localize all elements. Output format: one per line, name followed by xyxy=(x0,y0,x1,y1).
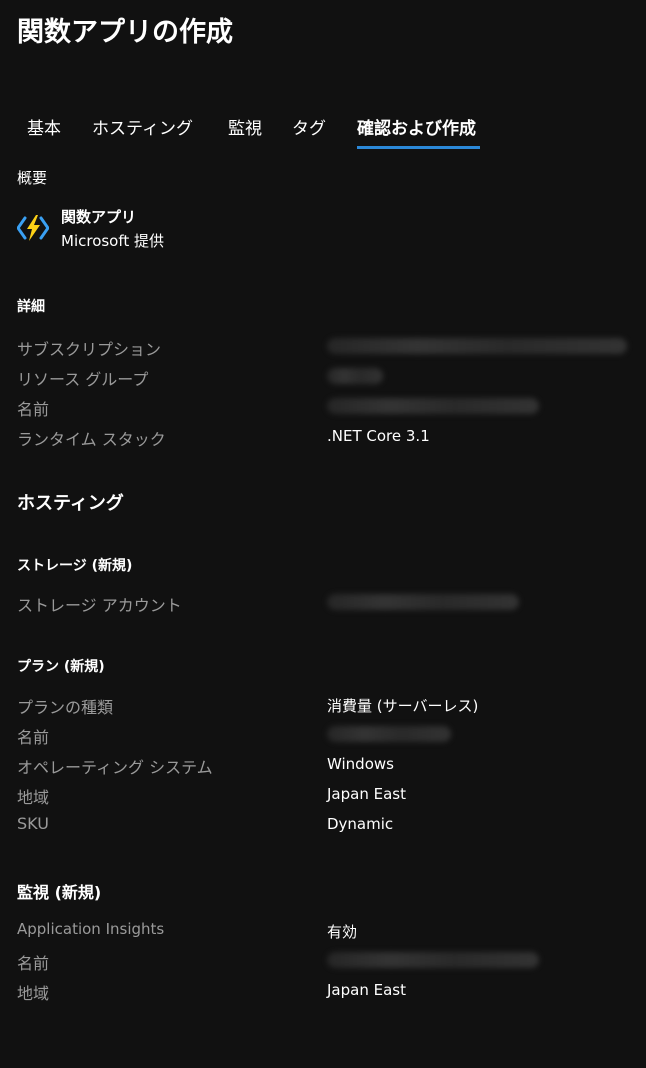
redacted-value xyxy=(327,398,539,414)
row-label: ランタイム スタック xyxy=(17,430,166,449)
page-title: 関数アプリの作成 xyxy=(17,17,233,48)
tab-tags[interactable]: タグ xyxy=(292,114,326,139)
redacted-value xyxy=(327,368,383,384)
monitoring-row-name: 名前 xyxy=(0,950,646,978)
redacted-value xyxy=(327,726,451,742)
tab-bar: 基本 ホスティング 監視 タグ 確認および作成 xyxy=(0,112,646,152)
redacted-value xyxy=(327,338,627,354)
redacted-value xyxy=(327,594,519,610)
monitoring-row-region: 地域 Japan East xyxy=(0,980,646,1008)
row-value: Windows xyxy=(327,755,394,773)
product-provider: Microsoft 提供 xyxy=(61,232,165,250)
plan-heading: プラン (新規) xyxy=(17,659,105,675)
row-label: ストレージ アカウント xyxy=(17,596,182,615)
redacted-value xyxy=(327,952,539,968)
row-value: Japan East xyxy=(327,785,406,803)
product-name: 関数アプリ xyxy=(61,208,137,226)
function-app-icon xyxy=(16,212,50,244)
tab-review-create[interactable]: 確認および作成 xyxy=(357,114,476,139)
detail-row-subscription: サブスクリプション xyxy=(0,336,646,364)
row-label: リソース グループ xyxy=(17,370,149,389)
row-label: 地域 xyxy=(17,788,50,807)
row-label: 名前 xyxy=(17,954,50,973)
storage-row-account: ストレージ アカウント xyxy=(0,592,646,620)
row-label: プランの種類 xyxy=(17,698,114,717)
detail-row-name: 名前 xyxy=(0,396,646,424)
storage-heading: ストレージ (新規) xyxy=(17,558,133,574)
row-value: .NET Core 3.1 xyxy=(327,427,430,445)
row-label: サブスクリプション xyxy=(17,340,162,359)
plan-row-name: 名前 xyxy=(0,724,646,752)
monitoring-heading: 監視 (新規) xyxy=(17,883,102,902)
detail-row-runtime-stack: ランタイム スタック .NET Core 3.1 xyxy=(0,426,646,454)
row-value: Japan East xyxy=(327,981,406,999)
row-label: 名前 xyxy=(17,728,50,747)
row-label: 名前 xyxy=(17,400,50,419)
plan-row-region: 地域 Japan East xyxy=(0,784,646,812)
monitoring-row-app-insights: Application Insights 有効 xyxy=(0,920,646,948)
details-heading: 詳細 xyxy=(17,299,45,315)
tab-monitoring[interactable]: 監視 xyxy=(228,114,262,139)
tab-hosting[interactable]: ホスティング xyxy=(92,114,193,139)
tab-basics[interactable]: 基本 xyxy=(27,114,61,139)
row-label: オペレーティング システム xyxy=(17,758,213,777)
row-label: SKU xyxy=(17,814,49,833)
hosting-heading: ホスティング xyxy=(17,493,124,514)
plan-row-os: オペレーティング システム Windows xyxy=(0,754,646,782)
row-value: Dynamic xyxy=(327,815,394,833)
row-value: 消費量 (サーバーレス) xyxy=(327,697,479,715)
row-value: 有効 xyxy=(327,923,358,941)
row-label: 地域 xyxy=(17,984,50,1003)
plan-row-type: プランの種類 消費量 (サーバーレス) xyxy=(0,694,646,722)
detail-row-resource-group: リソース グループ xyxy=(0,366,646,394)
active-tab-indicator xyxy=(357,146,480,149)
row-label: Application Insights xyxy=(17,920,165,938)
plan-row-sku: SKU Dynamic xyxy=(0,814,646,842)
overview-heading: 概要 xyxy=(17,169,48,187)
